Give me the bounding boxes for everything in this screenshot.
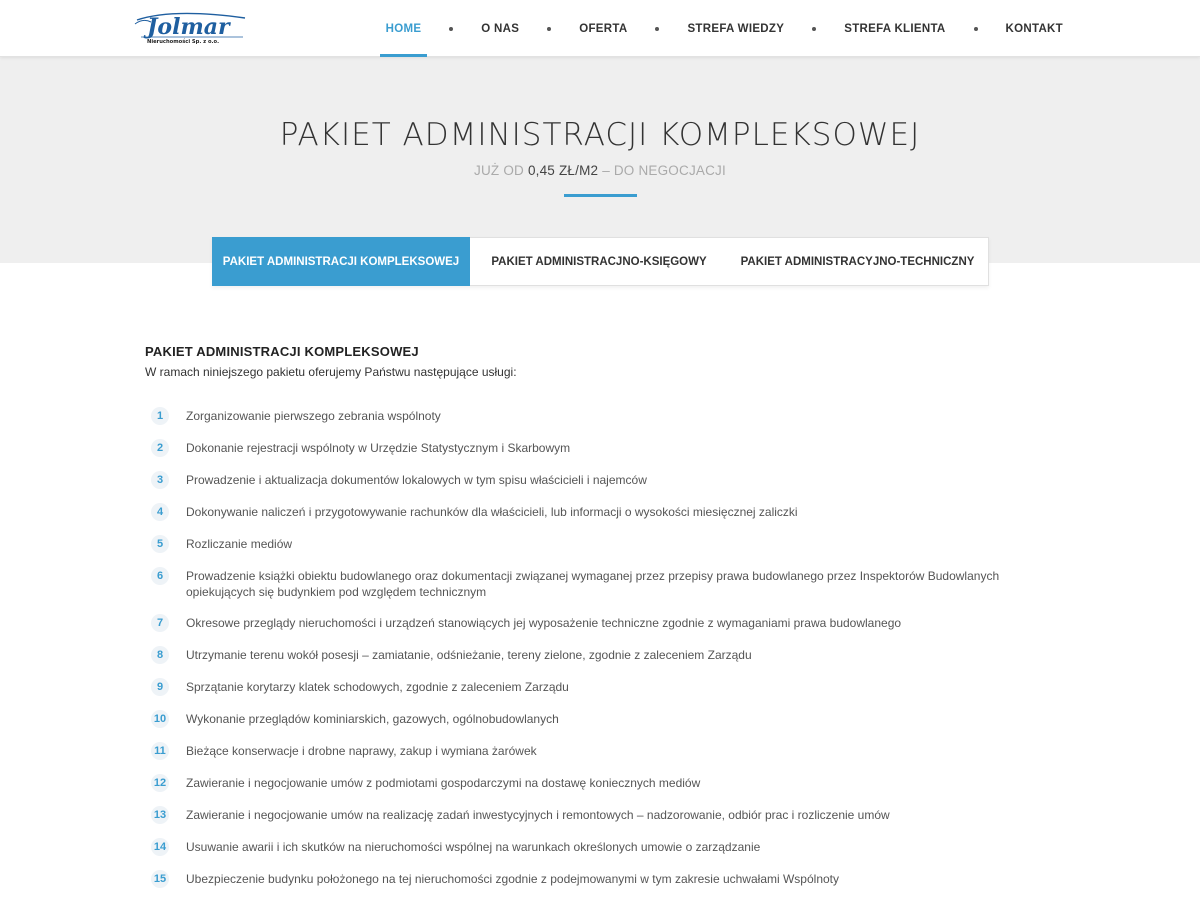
- nav-strefa-wiedzy[interactable]: STREFA WIEDZY: [681, 0, 790, 57]
- nav-strefa-klienta[interactable]: STREFA KLIENTA: [838, 0, 951, 57]
- item-text: Rozliczanie mediów: [186, 537, 293, 551]
- services-list: 1 Zorganizowanie pierwszego zebrania wspó…: [145, 407, 1065, 900]
- item-text: Ubezpieczenie budynku położonego na tej …: [186, 872, 840, 886]
- tab-administracjno-ksiegowy[interactable]: PAKIET ADMINISTRACJNO-KSIĘGOWY: [470, 238, 728, 285]
- item-number: 8: [151, 646, 169, 664]
- nav-kontakt[interactable]: KONTAKT: [1000, 0, 1069, 57]
- item-text: Usuwanie awarii i ich skutków na nieruch…: [186, 840, 761, 854]
- nav-separator: [449, 26, 454, 31]
- section-title: PAKIET ADMINISTRACJI KOMPLEKSOWEJ: [145, 344, 419, 359]
- price-value: 0,45 ZŁ/M2: [527, 163, 599, 178]
- item-text: Zawieranie i negocjowanie umów z podmiot…: [186, 776, 701, 790]
- page-subtitle: JUŻ OD 0,45 ZŁ/M2 – DO NEGOCJACJI: [0, 163, 1200, 178]
- item-text: Zorganizowanie pierwszego zebrania wspól…: [186, 409, 441, 423]
- item-number: 4: [151, 503, 169, 521]
- list-item: 15 Ubezpieczenie budynku położonego na te…: [145, 870, 1065, 888]
- nav-separator: [547, 26, 552, 31]
- item-text: Prowadzenie i aktualizacja dokumentów lo…: [186, 473, 647, 487]
- list-item: 4 Dokonywanie naliczeń i przygotowywanie …: [145, 503, 1065, 521]
- page-title: PAKIET ADMINISTRACJI KOMPLEKSOWEJ: [279, 117, 921, 153]
- nav-oferta[interactable]: OFERTA: [573, 0, 633, 57]
- main-nav: HOME O NAS OFERTA STREFA WIEDZY STREFA K…: [379, 0, 1069, 57]
- list-item: 3 Prowadzenie i aktualizacja dokumentów l…: [145, 471, 1065, 489]
- item-number: 1: [151, 407, 169, 425]
- list-item: 14 Usuwanie awarii i ich skutków na nieru…: [145, 838, 1065, 856]
- item-number: 15: [151, 870, 169, 888]
- title-underline: [564, 194, 637, 197]
- item-number: 14: [151, 838, 169, 856]
- item-number: 2: [151, 439, 169, 457]
- section-intro: W ramach niniejszego pakietu oferujemy P…: [145, 365, 517, 379]
- item-text: Dokonywanie naliczeń i przygotowywanie r…: [186, 505, 798, 519]
- nav-o-nas[interactable]: O NAS: [475, 0, 525, 57]
- list-item: 6 Prowadzenie książki obiektu budowlanego…: [145, 567, 1065, 600]
- item-number: 10: [151, 710, 169, 728]
- nav-separator: [973, 26, 978, 31]
- item-number: 12: [151, 774, 169, 792]
- list-item: 9 Sprzątanie korytarzy klatek schodowych,…: [145, 678, 1065, 696]
- list-item: 11 Bieżące konserwacje i drobne naprawy, …: [145, 742, 1065, 760]
- list-item: 10 Wykonanie przeglądów kominiarskich, ga…: [145, 710, 1065, 728]
- item-number: 9: [151, 678, 169, 696]
- tab-administracyjno-techniczny[interactable]: PAKIET ADMINISTRACYJNO-TECHNICZNY: [728, 238, 987, 285]
- item-number: 7: [151, 614, 169, 632]
- item-number: 5: [151, 535, 169, 553]
- item-text: Okresowe przeglądy nieruchomości i urząd…: [186, 616, 902, 630]
- item-text: Prowadzenie książki obiektu budowlanego …: [186, 569, 1000, 599]
- item-number: 3: [151, 471, 169, 489]
- subtitle-prefix: JUŻ OD: [474, 163, 524, 178]
- list-item: 7 Okresowe przeglądy nieruchomości i urzą…: [145, 614, 1065, 632]
- item-text: Utrzymanie terenu wokół posesji – zamiat…: [186, 648, 752, 662]
- item-number: 11: [151, 742, 169, 760]
- list-item: 1 Zorganizowanie pierwszego zebrania wspó…: [145, 407, 1065, 425]
- item-text: Sprzątanie korytarzy klatek schodowych, …: [186, 680, 569, 694]
- item-text: Zawieranie i negocjowanie umów na realiz…: [186, 808, 890, 822]
- tab-administracji-kompleksowej[interactable]: PAKIET ADMINISTRACJI KOMPLEKSOWEJ: [212, 237, 470, 286]
- item-number: 6: [151, 567, 169, 585]
- list-item: 13 Zawieranie i negocjowanie umów na real…: [145, 806, 1065, 824]
- list-item: 2 Dokonanie rejestracji wspólnoty w Urzęd…: [145, 439, 1065, 457]
- item-text: Wykonanie przeglądów kominiarskich, gazo…: [186, 712, 559, 726]
- list-item: 5 Rozliczanie mediów: [145, 535, 1065, 553]
- page-hero: PAKIET ADMINISTRACJI KOMPLEKSOWEJ JUŻ OD…: [0, 57, 1200, 263]
- item-text: Bieżące konserwacje i drobne naprawy, za…: [186, 744, 537, 758]
- nav-home[interactable]: HOME: [379, 0, 428, 57]
- logo-tagline: Nieruchomości Sp. z o.o.: [147, 38, 219, 45]
- item-text: Dokonanie rejestracji wspólnoty w Urzędz…: [186, 441, 571, 455]
- nav-separator: [812, 26, 817, 31]
- tab-content: PAKIET ADMINISTRACJI KOMPLEKSOWEJ W rama…: [145, 344, 1065, 888]
- list-item: 12 Zawieranie i negocjowanie umów z podmi…: [145, 774, 1065, 792]
- package-tabs: PAKIET ADMINISTRACJI KOMPLEKSOWEJ PAKIET…: [212, 237, 989, 286]
- site-header: Jolmar Nieruchomości Sp. z o.o. HOME O N…: [0, 0, 1200, 57]
- nav-separator: [655, 26, 660, 31]
- item-number: 13: [151, 806, 169, 824]
- list-item: 8 Utrzymanie terenu wokół posesji – zamia…: [145, 646, 1065, 664]
- logo-text: Jolmar: [143, 14, 231, 40]
- subtitle-suffix: – DO NEGOCJACJI: [602, 163, 726, 178]
- jolmar-logo[interactable]: Jolmar Nieruchomości Sp. z o.o.: [133, 10, 249, 46]
